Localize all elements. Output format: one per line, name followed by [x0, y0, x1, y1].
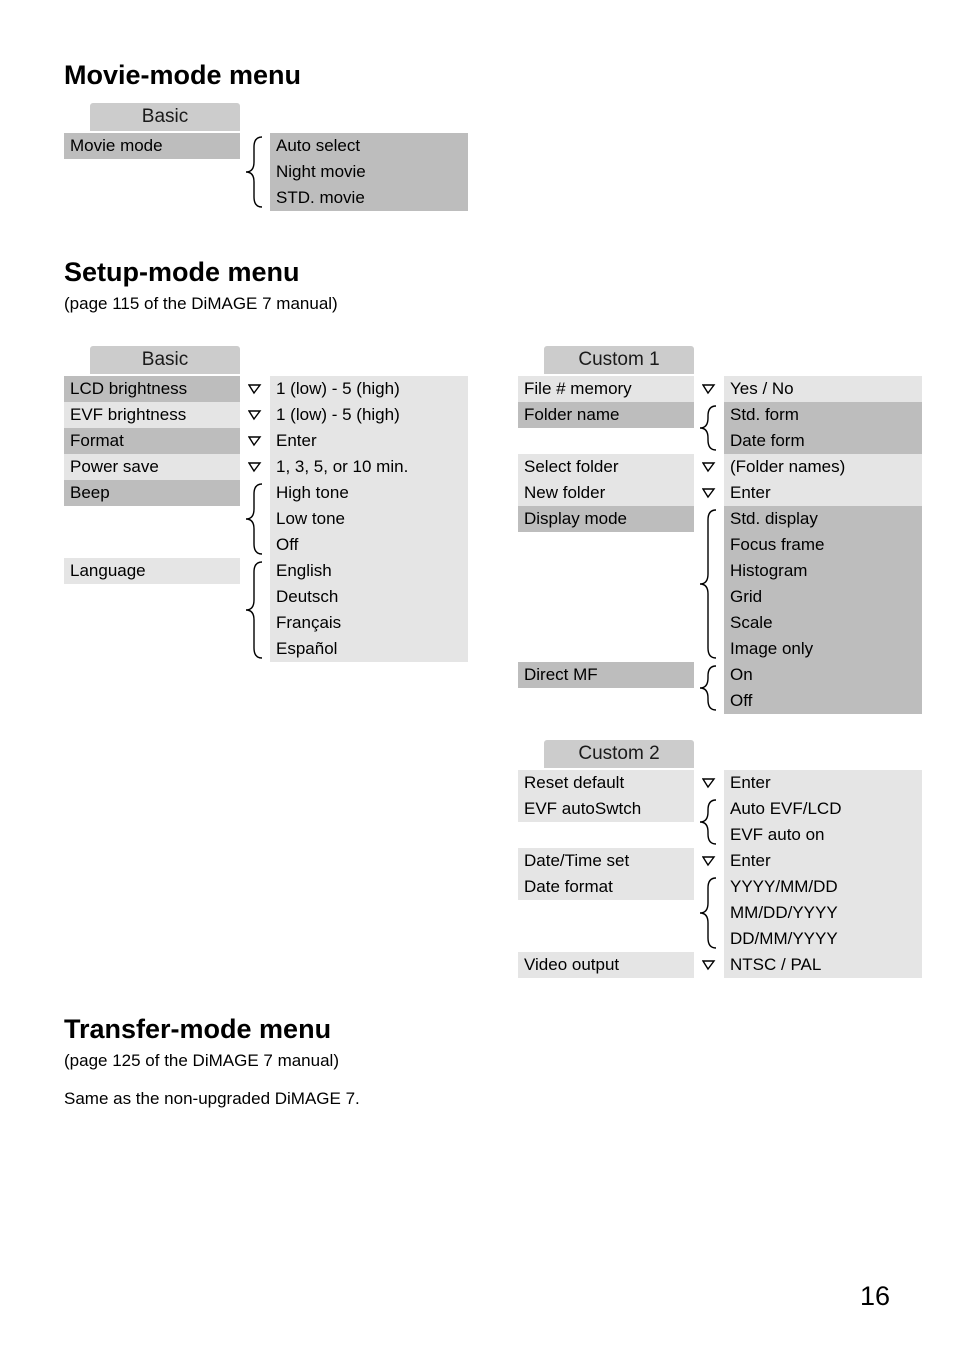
setup-basic-value: Español	[270, 636, 468, 662]
setup-custom1-value: Enter	[724, 480, 922, 506]
setup-basic-item: Language	[64, 558, 240, 584]
setup-basic-value: English	[270, 558, 468, 584]
brace-icon	[240, 133, 270, 211]
setup-custom2-value: DD/MM/YYYY	[724, 926, 922, 952]
arrow-icon	[702, 461, 716, 473]
setup-custom2-item: EVF autoSwtch	[518, 796, 694, 822]
setup-basic-value: High tone	[270, 480, 468, 506]
transfer-mode-body: Same as the non-upgraded DiMAGE 7.	[64, 1089, 890, 1109]
arrow-icon	[702, 777, 716, 789]
transfer-mode-note: (page 125 of the DiMAGE 7 manual)	[64, 1051, 890, 1071]
setup-custom1-value: Off	[724, 688, 922, 714]
setup-custom1-value: Date form	[724, 428, 922, 454]
setup-custom1-value: Image only	[724, 636, 922, 662]
brace-icon	[694, 402, 724, 454]
movie-basic-header: Basic	[90, 103, 240, 131]
movie-mode-title: Movie-mode menu	[64, 60, 890, 91]
setup-custom2-value: YYYY/MM/DD	[724, 874, 922, 900]
brace-icon	[694, 796, 724, 848]
setup-custom1-header: Custom 1	[544, 346, 694, 374]
setup-basic-value: Enter	[270, 428, 468, 454]
setup-basic-value: Français	[270, 610, 468, 636]
page-number: 16	[860, 1281, 890, 1312]
setup-custom1-value: Histogram	[724, 558, 922, 584]
setup-custom1-value: (Folder names)	[724, 454, 922, 480]
setup-basic-value: Deutsch	[270, 584, 468, 610]
setup-basic-value: 1, 3, 5, or 10 min.	[270, 454, 468, 480]
setup-custom2-item: Reset default	[518, 770, 694, 796]
arrow-icon	[248, 383, 262, 395]
arrow-icon	[248, 409, 262, 421]
setup-custom1-value: Scale	[724, 610, 922, 636]
arrow-icon	[248, 435, 262, 447]
movie-basic-value: Night movie	[270, 159, 468, 185]
setup-basic-header: Basic	[90, 346, 240, 374]
setup-basic-item: Power save	[64, 454, 240, 480]
setup-basic-item: Format	[64, 428, 240, 454]
movie-basic-item: Movie mode	[64, 133, 240, 159]
arrow-icon	[702, 487, 716, 499]
setup-custom2-value: EVF auto on	[724, 822, 922, 848]
setup-custom2-value: NTSC / PAL	[724, 952, 922, 978]
setup-custom2-table: Custom 2Reset defaultEVF autoSwtch Date/T…	[518, 740, 922, 978]
movie-basic-table: BasicMovie mode Auto selectNight movieSTD…	[64, 103, 890, 211]
setup-custom1-item: Folder name	[518, 402, 694, 428]
setup-basic-table: BasicLCD brightnessEVF brightnessFormatP…	[64, 346, 468, 662]
setup-custom1-item: Display mode	[518, 506, 694, 532]
setup-custom1-item: File # memory	[518, 376, 694, 402]
arrow-icon	[248, 461, 262, 473]
setup-custom1-value: Grid	[724, 584, 922, 610]
arrow-icon	[702, 959, 716, 971]
arrow-icon	[702, 855, 716, 867]
brace-icon	[694, 506, 724, 662]
setup-basic-value: Off	[270, 532, 468, 558]
arrow-icon	[702, 383, 716, 395]
setup-custom1-value: Yes / No	[724, 376, 922, 402]
setup-custom2-item: Date/Time set	[518, 848, 694, 874]
brace-icon	[240, 480, 270, 558]
setup-basic-value: 1 (low) - 5 (high)	[270, 402, 468, 428]
brace-icon	[694, 874, 724, 952]
setup-basic-item: EVF brightness	[64, 402, 240, 428]
setup-custom1-item: Direct MF	[518, 662, 694, 688]
setup-custom2-item: Video output	[518, 952, 694, 978]
transfer-mode-title: Transfer-mode menu	[64, 1014, 890, 1045]
setup-mode-title: Setup-mode menu	[64, 257, 890, 288]
setup-basic-item: Beep	[64, 480, 240, 506]
movie-basic-value: Auto select	[270, 133, 468, 159]
setup-mode-note: (page 115 of the DiMAGE 7 manual)	[64, 294, 890, 314]
setup-custom1-table: Custom 1File # memoryFolder name Select f…	[518, 346, 922, 714]
setup-basic-value: 1 (low) - 5 (high)	[270, 376, 468, 402]
brace-icon	[240, 558, 270, 662]
setup-custom2-value: Enter	[724, 770, 922, 796]
setup-custom1-item: Select folder	[518, 454, 694, 480]
brace-icon	[694, 662, 724, 714]
setup-custom1-value: Focus frame	[724, 532, 922, 558]
setup-custom1-item: New folder	[518, 480, 694, 506]
setup-custom1-value: Std. display	[724, 506, 922, 532]
setup-custom1-value: Std. form	[724, 402, 922, 428]
setup-basic-value: Low tone	[270, 506, 468, 532]
setup-custom2-item: Date format	[518, 874, 694, 900]
setup-custom2-value: Enter	[724, 848, 922, 874]
setup-custom2-header: Custom 2	[544, 740, 694, 768]
setup-custom2-value: MM/DD/YYYY	[724, 900, 922, 926]
setup-custom2-value: Auto EVF/LCD	[724, 796, 922, 822]
setup-basic-item: LCD brightness	[64, 376, 240, 402]
movie-basic-value: STD. movie	[270, 185, 468, 211]
setup-custom1-value: On	[724, 662, 922, 688]
